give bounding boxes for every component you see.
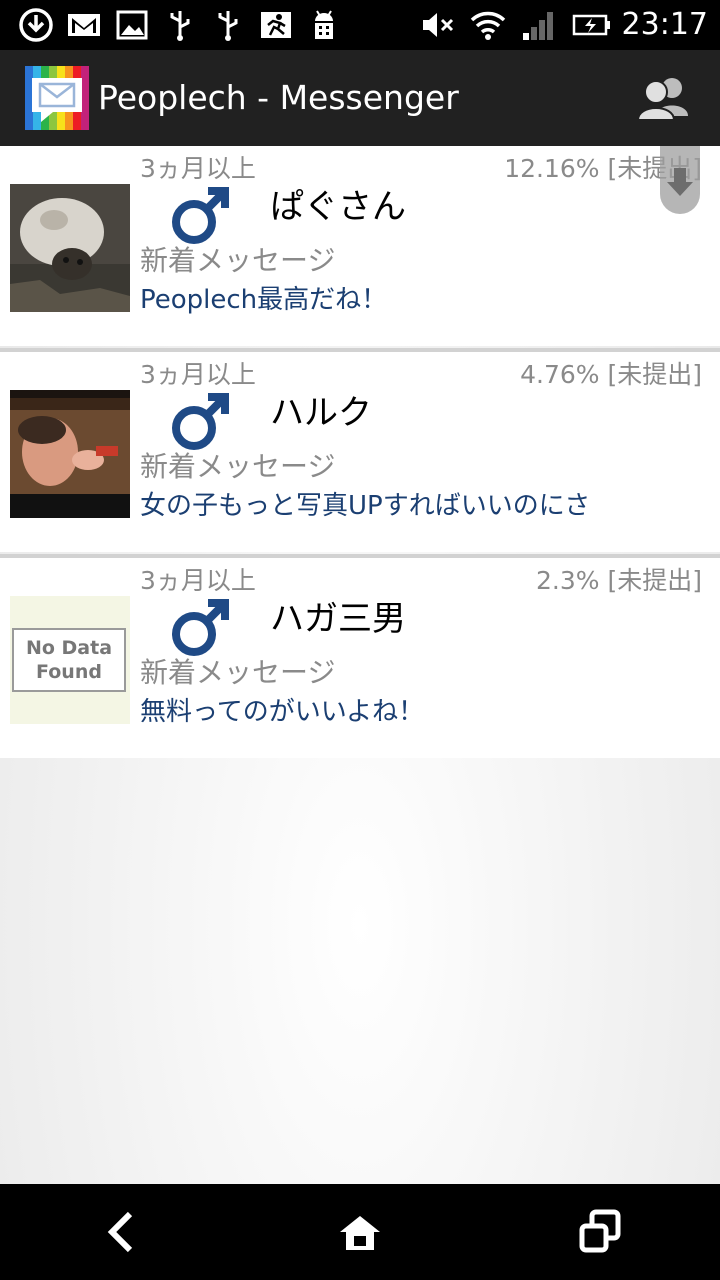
navigation-bar xyxy=(0,1184,720,1280)
avatar: No Data Found xyxy=(10,596,130,724)
usb-icon xyxy=(218,11,238,41)
download-icon xyxy=(19,8,53,42)
match-rate: 4.76% [未提出] xyxy=(520,360,702,389)
message-status: 新着メッセージ xyxy=(140,656,336,689)
recents-icon[interactable] xyxy=(576,1208,624,1256)
contacts-icon[interactable] xyxy=(636,74,692,122)
screen: 23:17 Peoplech - Messenger 3ヵ月以上 12.16% … xyxy=(0,0,720,1280)
status-bar: 23:17 xyxy=(0,0,720,50)
wifi-icon xyxy=(470,11,506,40)
last-login: 3ヵ月以上 xyxy=(140,154,256,183)
battery-charging-icon xyxy=(572,14,610,36)
male-icon xyxy=(172,187,229,244)
message-preview: 女の子もっと写真UPすればいいのにさ xyxy=(140,491,591,521)
app-bar: Peoplech - Messenger xyxy=(0,50,720,146)
running-icon xyxy=(261,12,291,38)
usb-icon xyxy=(170,11,190,41)
back-icon[interactable] xyxy=(98,1208,146,1256)
male-icon xyxy=(172,599,229,656)
scroll-down-icon[interactable] xyxy=(660,146,700,214)
message-preview: Peoplech最高だね！ xyxy=(140,285,388,315)
match-rate: 2.3% [未提出] xyxy=(536,566,702,595)
thread-list[interactable]: 3ヵ月以上 12.16% [未提出] ぱぐさん 新着メッセージ Peoplech… xyxy=(0,146,720,1184)
android-debug-icon xyxy=(315,10,333,39)
last-login: 3ヵ月以上 xyxy=(140,360,256,389)
message-preview: 無料ってのがいいよね！ xyxy=(140,697,425,727)
image-icon xyxy=(116,10,148,40)
message-status: 新着メッセージ xyxy=(140,244,336,277)
messenger-logo-icon xyxy=(25,66,89,130)
clock: 23:17 xyxy=(621,7,708,42)
last-login: 3ヵ月以上 xyxy=(140,566,256,595)
avatar xyxy=(10,184,130,312)
male-icon xyxy=(172,393,229,450)
thread-item[interactable]: 3ヵ月以上 4.76% [未提出] ハルク 新着メッセージ 女の子もっと写真UP… xyxy=(0,352,720,552)
sender-name: ハルク xyxy=(270,393,372,433)
message-status: 新着メッセージ xyxy=(140,450,336,483)
gmail-icon xyxy=(68,14,100,36)
app-title: Peoplech - Messenger xyxy=(98,78,459,117)
no-data-label: No Data Found xyxy=(12,628,126,692)
thread-item[interactable]: 3ヵ月以上 12.16% [未提出] ぱぐさん 新着メッセージ Peoplech… xyxy=(0,146,720,346)
sender-name: ハガ三男 xyxy=(270,599,406,639)
mute-icon xyxy=(423,13,454,37)
home-icon[interactable] xyxy=(336,1208,384,1256)
avatar xyxy=(10,390,130,518)
signal-icon xyxy=(523,12,553,40)
sender-name: ぱぐさん xyxy=(270,187,406,227)
thread-item[interactable]: No Data Found 3ヵ月以上 2.3% [未提出] ハガ三男 新着メッ… xyxy=(0,558,720,758)
